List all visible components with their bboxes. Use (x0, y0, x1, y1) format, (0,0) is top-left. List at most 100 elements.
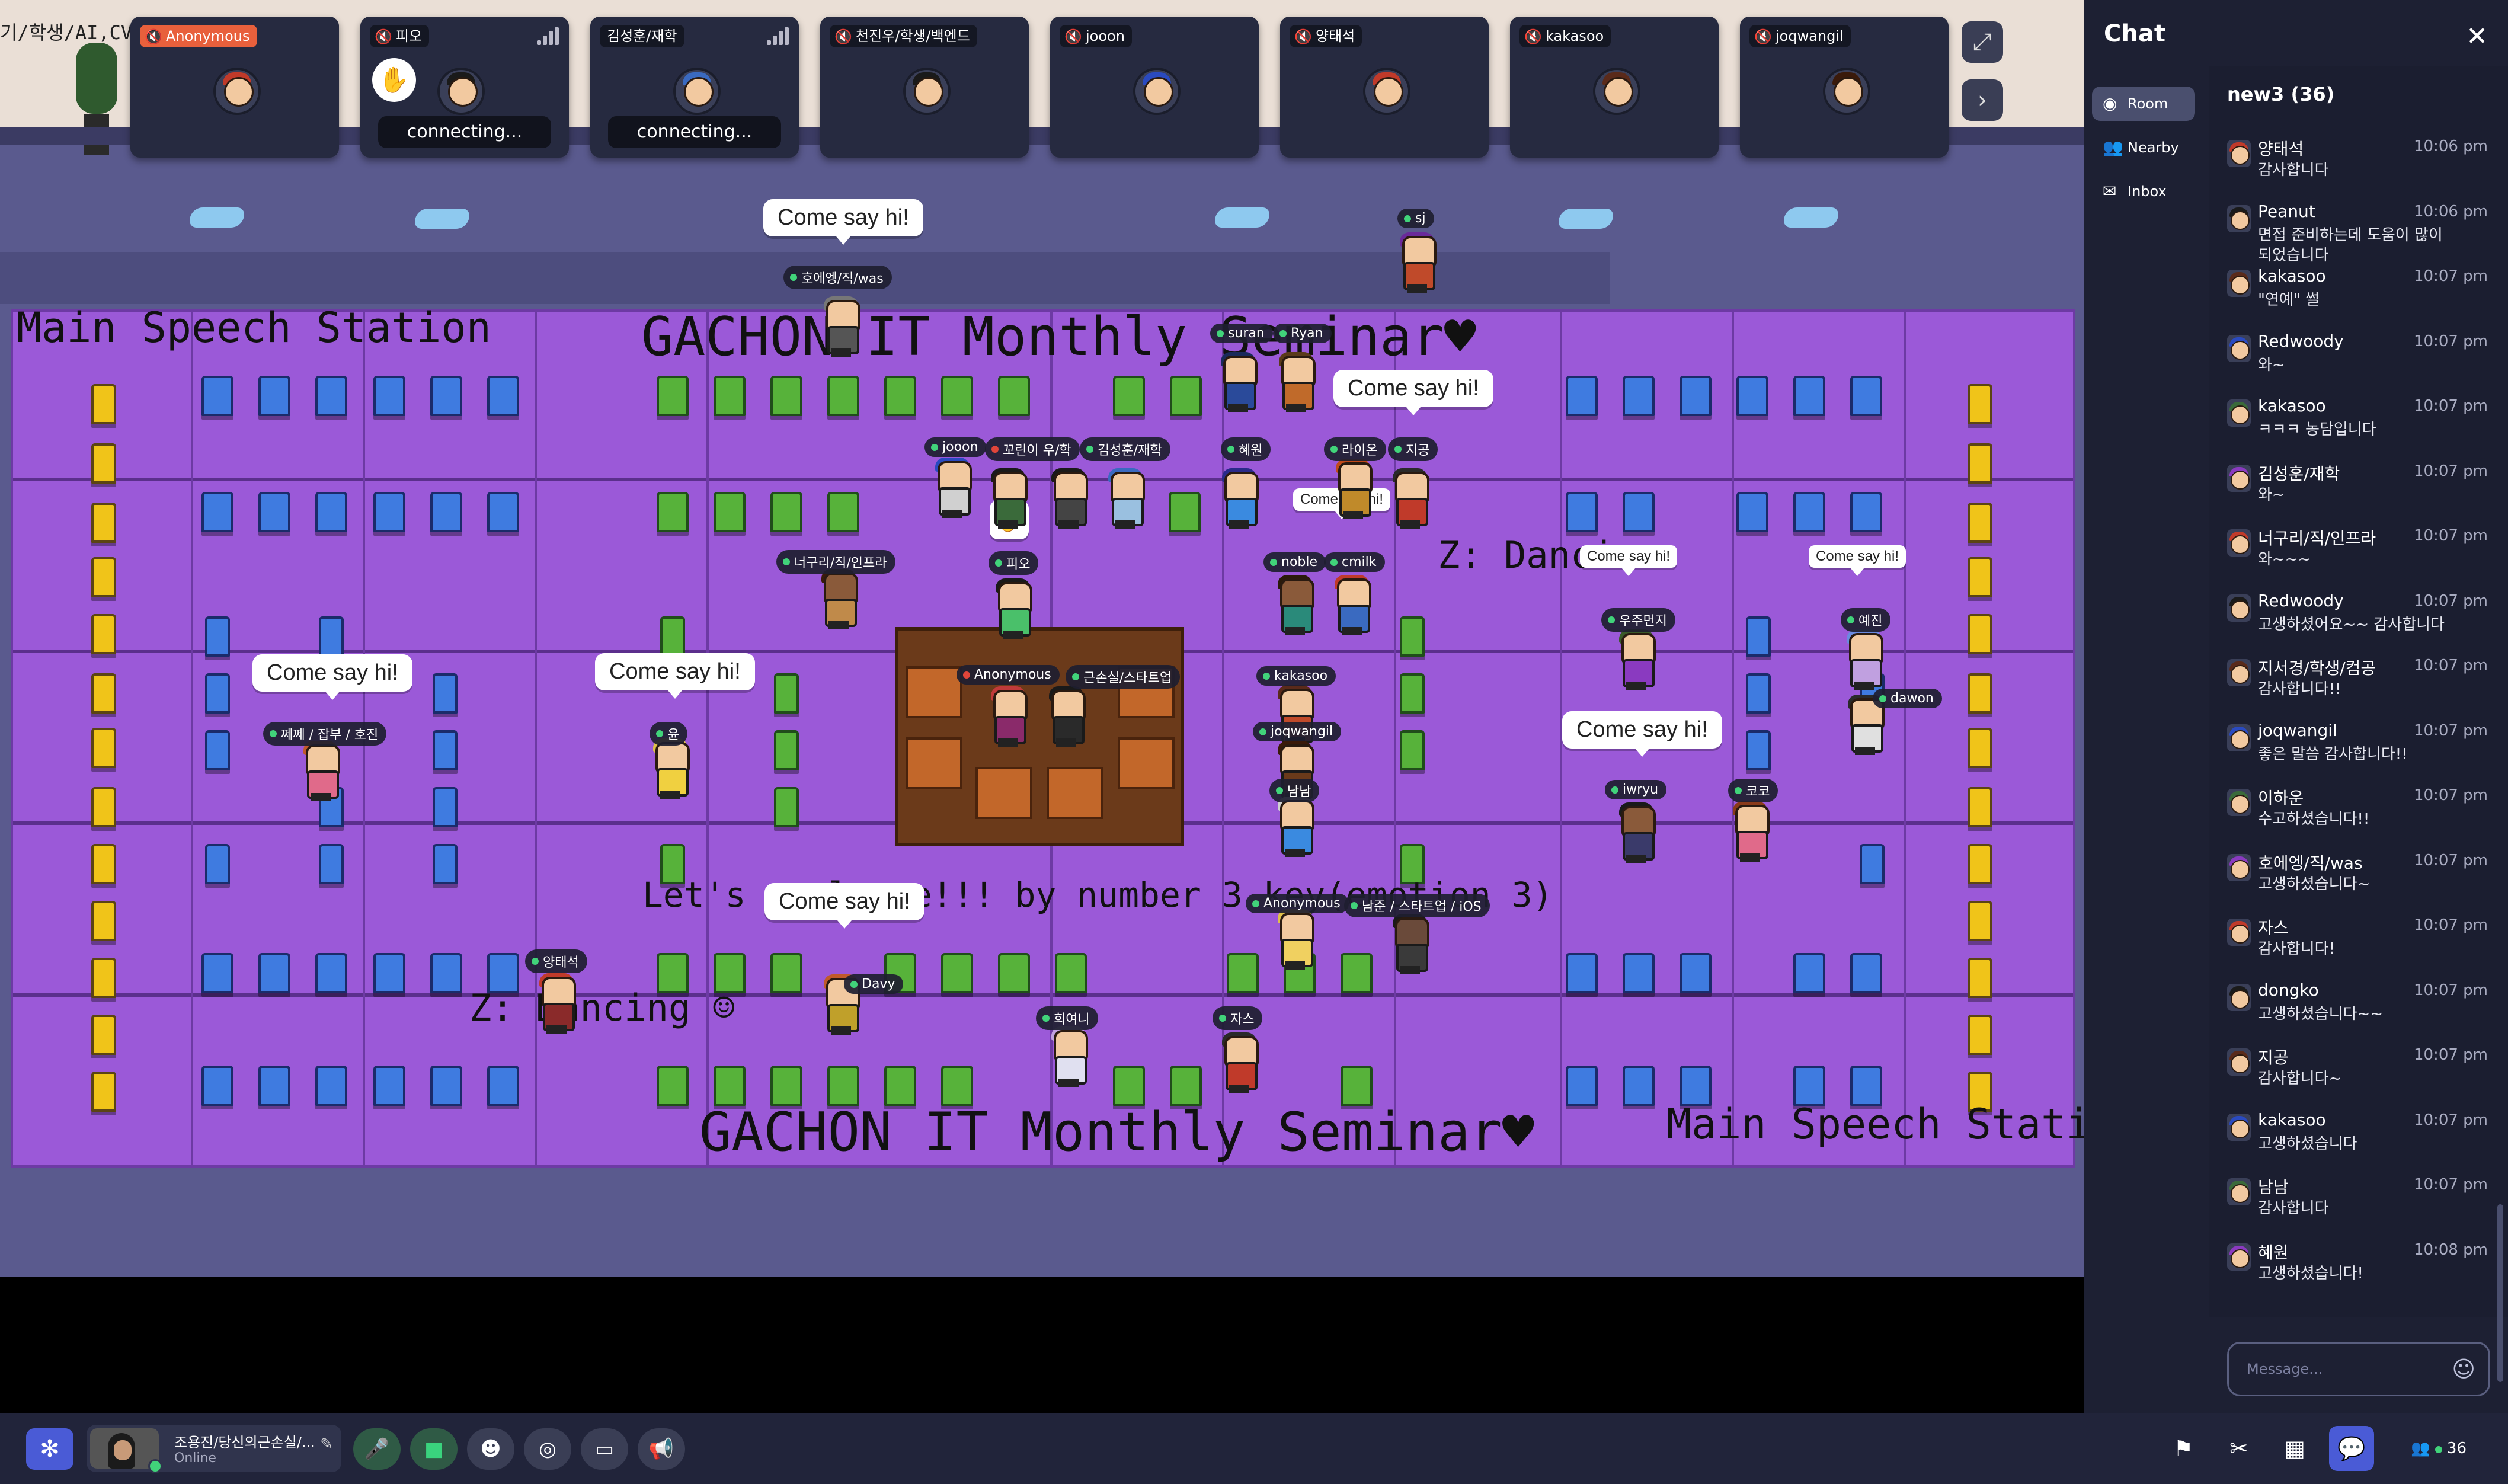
seat[interactable] (315, 1066, 347, 1106)
seat[interactable] (1968, 673, 1992, 714)
seat[interactable] (258, 1066, 290, 1106)
seat[interactable] (884, 376, 916, 416)
seat[interactable] (770, 376, 802, 416)
seat[interactable] (373, 1066, 405, 1106)
seat[interactable] (1400, 673, 1425, 714)
seat[interactable] (1566, 492, 1598, 532)
player-avatar[interactable] (1275, 909, 1314, 970)
seat[interactable] (770, 492, 802, 532)
seat[interactable] (714, 376, 746, 416)
seat[interactable] (91, 503, 116, 543)
seat[interactable] (1860, 844, 1885, 884)
seat[interactable] (315, 492, 347, 532)
seat[interactable] (91, 557, 116, 597)
seat[interactable] (1968, 844, 1992, 884)
player-avatar[interactable] (989, 468, 1028, 529)
seat[interactable] (91, 1015, 116, 1055)
player-avatar[interactable] (1049, 468, 1088, 529)
seat[interactable] (91, 384, 116, 424)
seat[interactable] (1968, 503, 1992, 543)
emoji-icon[interactable]: ☺ (2452, 1344, 2475, 1395)
seat[interactable] (1850, 376, 1882, 416)
seat[interactable] (827, 492, 859, 532)
player-avatar[interactable] (819, 569, 858, 629)
seat[interactable] (1968, 787, 1992, 827)
seat[interactable] (1968, 384, 1992, 424)
seat[interactable] (1793, 376, 1825, 416)
seat[interactable] (657, 376, 689, 416)
player-avatar[interactable] (1332, 575, 1371, 635)
camera-button[interactable]: ■ (410, 1428, 458, 1470)
player-avatar[interactable] (1218, 352, 1258, 412)
player-avatar[interactable] (821, 296, 860, 357)
edit-icon[interactable]: ✎ (320, 1435, 333, 1453)
seat[interactable] (1055, 953, 1087, 993)
player-avatar[interactable] (1397, 232, 1437, 293)
seat[interactable] (1400, 730, 1425, 770)
seat[interactable] (433, 673, 458, 714)
seat[interactable] (433, 844, 458, 884)
seat[interactable] (657, 1066, 689, 1106)
seat[interactable] (1746, 616, 1771, 657)
player-avatar[interactable] (989, 686, 1028, 747)
seat[interactable] (373, 492, 405, 532)
seat[interactable] (91, 614, 116, 654)
app-menu-icon[interactable]: ✻ (26, 1428, 73, 1470)
seat[interactable] (258, 376, 290, 416)
seat[interactable] (91, 673, 116, 714)
seat[interactable] (487, 376, 519, 416)
seat[interactable] (1623, 1066, 1655, 1106)
seat[interactable] (998, 953, 1030, 993)
player-avatar[interactable] (1617, 629, 1656, 690)
seat[interactable] (433, 730, 458, 770)
seat[interactable] (91, 844, 116, 884)
player-avatar[interactable] (1275, 575, 1314, 635)
seat[interactable] (1341, 953, 1373, 993)
megaphone-button[interactable]: 📢 (638, 1428, 685, 1470)
seat[interactable] (1566, 376, 1598, 416)
seat[interactable] (433, 787, 458, 827)
seat[interactable] (1968, 728, 1992, 768)
seat[interactable] (91, 787, 116, 827)
seat[interactable] (1341, 1066, 1373, 1106)
seat[interactable] (941, 953, 973, 993)
seat[interactable] (315, 953, 347, 993)
seat[interactable] (201, 376, 233, 416)
seat[interactable] (657, 492, 689, 532)
calendar-icon[interactable]: ▦ (2272, 1426, 2317, 1471)
player-avatar[interactable] (651, 738, 690, 799)
seat[interactable] (91, 1072, 116, 1112)
seat[interactable] (941, 1066, 973, 1106)
seat[interactable] (714, 1066, 746, 1106)
seat[interactable] (714, 492, 746, 532)
player-avatar[interactable] (1333, 459, 1373, 519)
message-input[interactable]: Message... ☺ (2227, 1342, 2490, 1396)
video-tile[interactable]: 양태석 🔇 (1280, 17, 1489, 158)
seat[interactable] (1623, 953, 1655, 993)
seat[interactable] (1113, 376, 1145, 416)
seat[interactable] (201, 492, 233, 532)
seat[interactable] (430, 376, 462, 416)
seat[interactable] (1746, 730, 1771, 770)
seat[interactable] (1968, 614, 1992, 654)
player-avatar[interactable] (1730, 801, 1770, 862)
player-avatar[interactable] (301, 741, 340, 801)
seat[interactable] (774, 787, 799, 827)
player-avatar[interactable] (1106, 468, 1145, 529)
seat[interactable] (373, 953, 405, 993)
seat[interactable] (430, 953, 462, 993)
player-avatar[interactable] (1275, 797, 1314, 857)
seat[interactable] (1736, 492, 1768, 532)
seat[interactable] (1680, 376, 1712, 416)
tab-nearby[interactable]: 👥 Nearby (2092, 130, 2195, 165)
player-avatar[interactable] (1390, 468, 1429, 529)
player-avatar[interactable] (993, 578, 1032, 639)
seat[interactable] (941, 376, 973, 416)
seat[interactable] (1968, 1015, 1992, 1055)
player-avatar[interactable] (1844, 629, 1883, 690)
seat[interactable] (827, 376, 859, 416)
seat[interactable] (1793, 492, 1825, 532)
seat[interactable] (91, 728, 116, 768)
video-tile[interactable]: 김성훈/재학 connecting... (590, 17, 799, 158)
seat[interactable] (774, 673, 799, 714)
